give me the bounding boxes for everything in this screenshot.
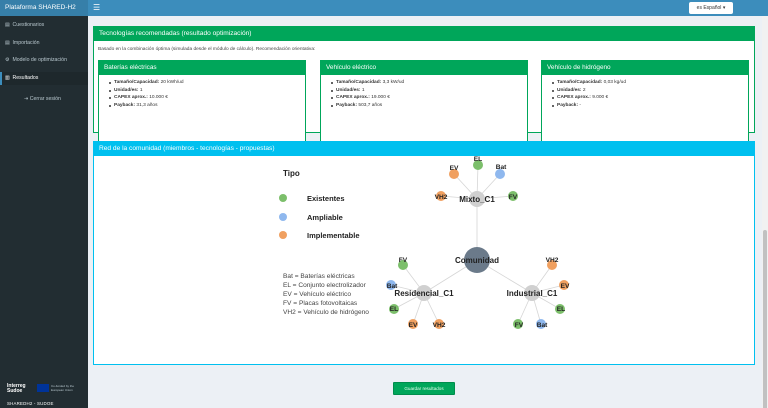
tech-node-label: VH2 <box>546 257 559 264</box>
logout-label: Cerrar sesión <box>29 96 61 102</box>
box-title: Red de la comunidad (miembros - tecnolog… <box>94 142 754 156</box>
card-row: CAPEX aprox.: 19.000 € <box>331 94 527 102</box>
bar-chart-icon: ▥ <box>5 75 10 81</box>
sidebar-item-importacion[interactable]: ▤ Importación <box>0 37 88 50</box>
card-title: Baterías eléctricas <box>99 61 305 75</box>
card-row: Tamaño/Capacidad: 20 kWh/ud <box>109 79 305 87</box>
card-row: Tamaño/Capacidad: 3,3 kW/ud <box>331 79 527 87</box>
import-icon: ▤ <box>5 40 10 46</box>
card-row: Payback: - <box>552 102 748 110</box>
brand-title[interactable]: Plataforma SHARED-H2 <box>0 0 88 16</box>
sidebar-item-cuestionarios[interactable]: ▤ Cuestionarios <box>0 19 88 32</box>
tech-node-label: FV <box>399 257 408 264</box>
card-row: Unidad/es: 1 <box>331 87 527 95</box>
sidebar: ▤ Cuestionarios ▤ Importación ⚙ Modelo d… <box>0 16 88 408</box>
legend-label: Ampliable <box>307 213 343 222</box>
tech-node-label: EV <box>409 322 418 329</box>
legend-swatch-ampliable <box>279 213 287 221</box>
card-row: CAPEX aprox.: 9.000 € <box>552 94 748 102</box>
gear-icon: ⚙ <box>5 57 10 63</box>
language-label: es Español <box>696 5 722 11</box>
recommendation-note: Basado en la combinación óptima (simulad… <box>98 47 316 52</box>
legend-swatch-implementable <box>279 231 287 239</box>
box-title: Tecnologías recomendadas (resultado opti… <box>94 27 754 41</box>
card-row: CAPEX aprox.: 10.000 € <box>109 94 305 102</box>
tech-node-label: EV <box>450 165 459 172</box>
tech-node-label: EL <box>474 156 482 163</box>
card-row: Tamaño/Capacidad: 0,03 kg/ud <box>552 79 748 87</box>
card-row: Payback: 31,3 años <box>109 102 305 110</box>
tech-card-h2-vehicle: Vehículo de hidrógeno Tamaño/Capacidad: … <box>541 60 749 146</box>
sidebar-toggle-icon[interactable]: ☰ <box>93 2 100 14</box>
project-name: SHAREDH2 - SUDOE <box>7 401 54 406</box>
footer-logos: Interreg Sudoe Co-funded by the European … <box>7 384 85 408</box>
hub-label: Comunidad <box>455 256 499 265</box>
member-label: Industrial_C1 <box>507 289 558 298</box>
tech-node-label: VH2 <box>433 322 446 329</box>
tech-node-label: Bat <box>387 283 398 290</box>
legend-swatch-existentes <box>279 194 287 202</box>
sidebar-item-label: Modelo de optimización <box>12 57 67 63</box>
sidebar-item-modelo[interactable]: ⚙ Modelo de optimización <box>0 54 88 67</box>
tech-card-batteries: Baterías eléctricas Tamaño/Capacidad: 20… <box>98 60 306 146</box>
card-title: Vehículo eléctrico <box>321 61 527 75</box>
abbreviation-line: Bat = Baterías eléctricas <box>283 273 355 280</box>
caret-down-icon: ▾ <box>722 5 726 11</box>
abbreviation-line: VH2 = Vehículo de hidrógeno <box>283 309 369 316</box>
tech-card-ev: Vehículo eléctrico Tamaño/Capacidad: 3,3… <box>320 60 528 146</box>
tech-node-label: Bat <box>537 322 548 329</box>
scrollbar-thumb[interactable] <box>763 230 767 408</box>
legend-label: Implementable <box>307 231 360 240</box>
abbreviation-line: EL = Conjunto electrolizador <box>283 282 367 289</box>
scrollbar[interactable] <box>762 16 768 408</box>
tech-node-label: EL <box>557 306 565 313</box>
eu-cofunded-text: Co-funded by the European Union <box>51 384 75 392</box>
sidebar-item-label: Importación <box>12 40 40 46</box>
member-label: Mixto_C1 <box>459 195 495 204</box>
list-icon: ▤ <box>5 22 10 28</box>
top-navbar: Plataforma SHARED-H2 ☰ es Español ▾ <box>0 0 768 16</box>
tech-node-label: EV <box>561 283 570 290</box>
tech-node-label: VH2 <box>435 194 448 201</box>
card-row: Unidad/es: 2 <box>552 87 748 95</box>
interreg-logo: Interreg Sudoe <box>7 383 26 394</box>
card-title: Vehículo de hidrógeno <box>542 61 748 75</box>
eu-flag-icon <box>37 384 49 392</box>
sidebar-item-label: Resultados <box>12 75 39 81</box>
tech-recommendation-box: Tecnologías recomendadas (resultado opti… <box>93 26 755 146</box>
sidebar-item-resultados[interactable]: ▥ Resultados <box>0 72 88 85</box>
member-label: Residencial_C1 <box>394 289 454 298</box>
card-row: Unidad/es: 1 <box>109 87 305 95</box>
tech-node-label: FV <box>509 194 518 201</box>
sidebar-item-label: Cuestionarios <box>12 22 45 28</box>
community-network-box: Red de la comunidad (miembros - tecnolog… <box>93 141 755 365</box>
card-row: Payback: 503,7 años <box>331 102 527 110</box>
logout-link[interactable]: ⇥ Cerrar sesión <box>24 96 61 102</box>
abbreviation-line: FV = Placas fotovoltaicas <box>283 300 358 307</box>
network-graph: Tipo Existentes Ampliable Implementable … <box>279 156 570 329</box>
legend-label: Existentes <box>307 194 345 203</box>
tech-node-label: Bat <box>496 164 507 171</box>
tech-node-label: EL <box>390 306 398 313</box>
legend-title: Tipo <box>283 169 300 178</box>
tech-node-label: FV <box>515 322 524 329</box>
abbreviation-line: EV = Vehículo eléctrico <box>283 291 351 298</box>
save-results-button[interactable]: Guardar resultados <box>393 382 455 395</box>
language-dropdown[interactable]: es Español ▾ <box>689 2 733 14</box>
